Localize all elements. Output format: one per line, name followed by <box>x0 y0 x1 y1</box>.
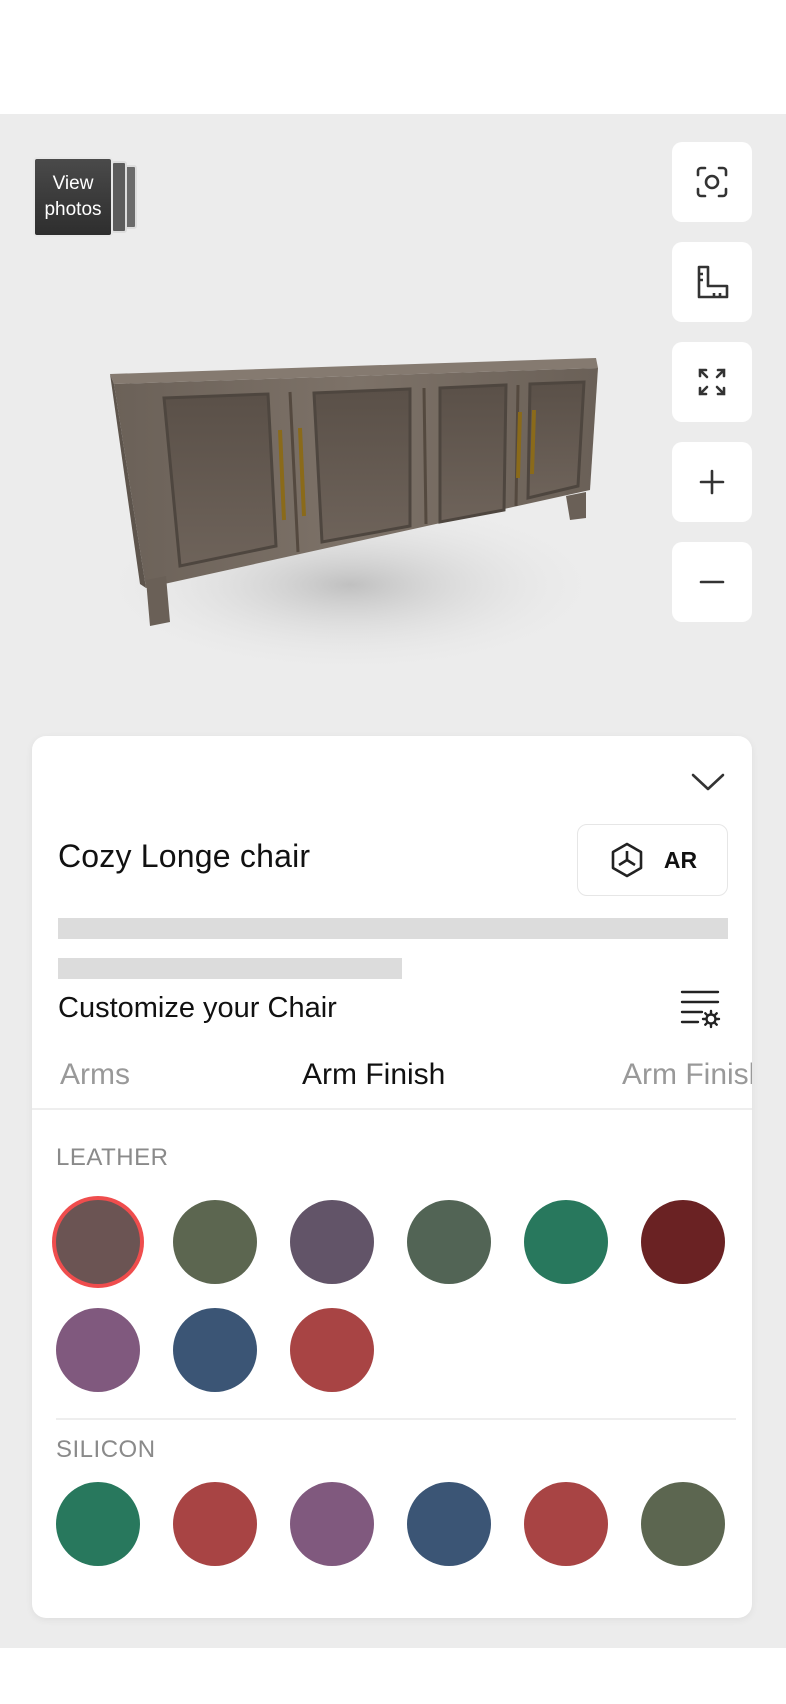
ar-cube-icon <box>611 842 643 878</box>
measure-button[interactable] <box>672 242 752 322</box>
section-label-silicon: SILICON <box>56 1436 156 1463</box>
fullscreen-button[interactable] <box>672 342 752 422</box>
silicon-color-swatch[interactable] <box>290 1482 374 1566</box>
focus-button[interactable] <box>672 142 752 222</box>
bottom-bar <box>0 1648 786 1704</box>
tab-arms[interactable]: Arms <box>60 1058 130 1092</box>
customize-heading: Customize your Chair <box>58 992 337 1024</box>
product-panel: Cozy Longe chair AR Customize your Chair… <box>32 736 752 1618</box>
loading-placeholder <box>58 918 728 939</box>
tab-arm-finish[interactable]: Arm Finish <box>302 1058 445 1092</box>
chevron-down-icon <box>691 773 725 791</box>
leather-color-swatch[interactable] <box>173 1200 257 1284</box>
focus-icon <box>696 166 728 198</box>
zoom-out-button[interactable] <box>672 542 752 622</box>
plus-icon <box>699 469 725 495</box>
silicon-color-swatch[interactable] <box>524 1482 608 1566</box>
tab-arm-finish-2[interactable]: Arm Finish <box>622 1058 752 1092</box>
leather-color-swatch[interactable] <box>290 1200 374 1284</box>
leather-color-swatch[interactable] <box>56 1308 140 1392</box>
silicon-color-swatch[interactable] <box>641 1482 725 1566</box>
product-3d-model[interactable] <box>100 340 620 680</box>
fullscreen-icon <box>698 368 726 396</box>
leather-color-swatch[interactable] <box>407 1200 491 1284</box>
silicon-color-swatch[interactable] <box>56 1482 140 1566</box>
filter-settings-icon[interactable] <box>678 986 722 1030</box>
photo-stack-layer <box>111 161 127 233</box>
minus-icon <box>699 580 725 584</box>
silicon-color-swatch[interactable] <box>173 1482 257 1566</box>
leather-color-swatch[interactable] <box>56 1200 140 1284</box>
option-tabs: Arms Arm Finish Arm Finish <box>32 1054 752 1110</box>
leather-color-swatch[interactable] <box>524 1200 608 1284</box>
view-photos-button[interactable]: View photos <box>33 157 138 237</box>
leather-color-swatch[interactable] <box>173 1308 257 1392</box>
ar-button[interactable]: AR <box>577 824 728 896</box>
ruler-icon <box>697 265 729 299</box>
ar-label: AR <box>663 846 698 873</box>
product-title: Cozy Longe chair <box>58 838 311 874</box>
leather-color-swatch[interactable] <box>641 1200 725 1284</box>
silicon-color-swatch[interactable] <box>407 1482 491 1566</box>
top-bar <box>0 0 786 114</box>
photo-thumbnail: View photos <box>33 157 113 237</box>
zoom-in-button[interactable] <box>672 442 752 522</box>
section-divider <box>56 1418 736 1420</box>
view-photos-label: View photos <box>44 173 102 220</box>
leather-color-swatch[interactable] <box>290 1308 374 1392</box>
section-label-leather: LEATHER <box>56 1144 169 1171</box>
loading-placeholder <box>58 958 402 979</box>
collapse-panel-button[interactable] <box>684 758 732 806</box>
